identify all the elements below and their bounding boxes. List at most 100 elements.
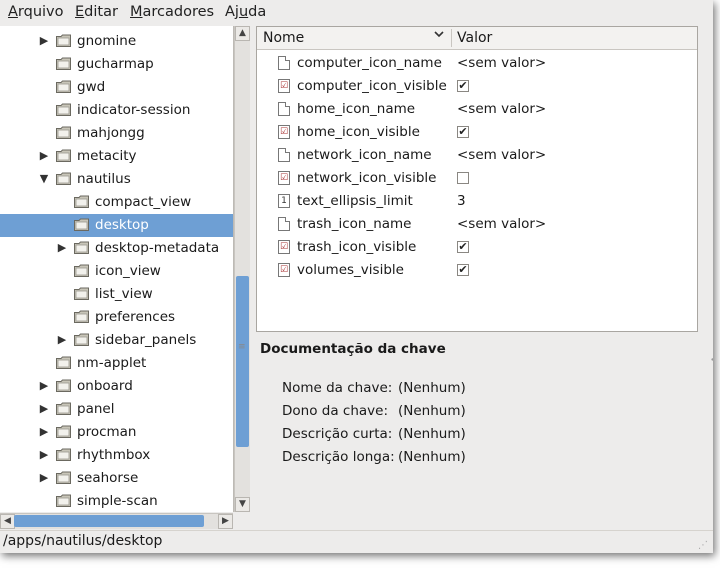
tree-item-label: nm-applet [77,355,147,371]
tree-item[interactable]: desktop [0,214,233,237]
expander-closed-icon[interactable]: ▶ [38,149,50,163]
folder-icon [56,57,71,70]
bool-key-icon: ☑ [278,263,290,277]
folder-icon [56,425,71,438]
key-documentation: Documentação da chave Nome da chave: (Nen… [256,338,698,528]
bool-key-icon: ☑ [278,125,290,139]
tree-item[interactable]: ▶ panel [0,398,233,421]
scroll-up-button[interactable]: ▲ [235,26,250,41]
chevron-down-icon[interactable] [433,28,445,43]
doc-field-value: (Nenhum) [398,426,466,442]
menu-editar[interactable]: Editar [75,4,118,20]
scrollbar-thumb[interactable] [14,515,204,527]
scroll-left-button[interactable]: ◀ [0,514,15,529]
tree-item-label: preferences [95,309,176,325]
key-row[interactable]: network_icon_name <sem valor> [257,144,697,167]
bool-key-icon: ☑ [278,79,290,93]
tree-item[interactable]: ▶ metacity [0,145,233,168]
tree-item[interactable]: ▼ nautilus [0,168,233,191]
folder-icon [74,333,89,346]
tree-item-label: rhythmbox [77,447,151,463]
tree-item[interactable]: icon_view [0,260,233,283]
value-checkbox[interactable]: ✔ [457,80,469,92]
tree-item[interactable]: ▶ rhythmbox [0,444,233,467]
tree-item[interactable]: compact_view [0,191,233,214]
key-value[interactable]: <sem valor> [457,55,546,71]
folder-icon [56,448,71,461]
key-row[interactable]: ☑ trash_icon_visible ✔ [257,236,697,259]
column-header-value[interactable]: Valor [457,30,492,46]
tree-item[interactable]: ▶ desktop-metadata [0,237,233,260]
key-row[interactable]: computer_icon_name <sem valor> [257,52,697,75]
value-checkbox[interactable] [457,172,469,184]
key-name: computer_icon_visible [297,78,447,94]
key-name: home_icon_name [297,101,416,117]
key-row[interactable]: trash_icon_name <sem valor> [257,213,697,236]
tree-item[interactable]: preferences [0,306,233,329]
column-header-name[interactable]: Nome [263,30,304,46]
key-list: Nome Valor computer_icon_name <sem valor>… [256,26,713,364]
tree-item-label: metacity [77,148,137,164]
scroll-down-button[interactable]: ▼ [235,497,250,512]
key-row[interactable]: 1 text_ellipsis_limit 3 [257,190,697,213]
expander-open-icon[interactable]: ▼ [38,172,50,186]
value-checkbox[interactable]: ✔ [457,241,469,253]
string-key-icon [278,56,290,70]
tree-item[interactable]: mahjongg [0,122,233,145]
folder-icon [74,218,89,231]
tree-vertical-scrollbar[interactable]: ▲ ▼ [234,26,250,512]
value-checkbox[interactable]: ✔ [457,264,469,276]
key-row[interactable]: ☑ volumes_visible ✔ [257,259,697,282]
tree-item[interactable]: gucharmap [0,53,233,76]
int-key-icon: 1 [278,194,290,208]
tree-item[interactable]: simple-scan [0,490,233,512]
menu-arquivo[interactable]: Arquivo [8,4,64,20]
expander-closed-icon[interactable]: ▶ [38,34,50,48]
key-name: home_icon_visible [297,124,420,140]
tree-item-label: list_view [95,286,153,302]
key-row[interactable]: home_icon_name <sem valor> [257,98,697,121]
tree-item[interactable]: gwd [0,76,233,99]
list-header: Nome Valor [257,27,697,50]
expander-closed-icon[interactable]: ▶ [38,402,50,416]
folder-icon [74,241,89,254]
tree-item-label: procman [77,424,137,440]
tree-item[interactable]: nm-applet [0,352,233,375]
tree-item[interactable]: ▶ seahorse [0,467,233,490]
key-value[interactable]: <sem valor> [457,101,546,117]
key-name: computer_icon_name [297,55,442,71]
expander-closed-icon[interactable]: ▶ [38,425,50,439]
key-row[interactable]: ☑ computer_icon_visible ✔ [257,75,697,98]
tree-item[interactable]: ▶ onboard [0,375,233,398]
tree-item[interactable]: ▶ procman [0,421,233,444]
tree-item[interactable]: indicator-session [0,99,233,122]
key-name: volumes_visible [297,262,404,278]
key-name: trash_icon_name [297,216,412,232]
key-value[interactable]: 3 [457,193,466,209]
expander-closed-icon[interactable]: ▶ [38,379,50,393]
expander-closed-icon[interactable]: ▶ [38,448,50,462]
key-row[interactable]: ☑ home_icon_visible ✔ [257,121,697,144]
tree-item[interactable]: ▶ gnomine [0,30,233,53]
scrollbar-thumb[interactable] [236,276,249,447]
key-tree[interactable]: ▶ gnomine gucharmap gwd indicator-session mah… [0,26,234,512]
value-checkbox[interactable]: ✔ [457,126,469,138]
folder-icon [74,264,89,277]
resize-grip-icon[interactable]: ⋰ [698,540,710,552]
expander-closed-icon[interactable]: ▶ [38,471,50,485]
folder-icon [56,103,71,116]
pane-handle[interactable]: ∙∙∙∙∙∙∙∙ [710,356,713,364]
menu-marcadores[interactable]: Marcadores [130,4,214,20]
tree-item[interactable]: ▶ sidebar_panels [0,329,233,352]
scroll-right-button[interactable]: ▶ [218,514,233,529]
tree-horizontal-scrollbar[interactable]: ◀ ▶ [0,513,233,529]
doc-field-label: Nome da chave: [282,380,393,396]
key-row[interactable]: ☑ network_icon_visible [257,167,697,190]
expander-closed-icon[interactable]: ▶ [56,333,68,347]
pane-handle[interactable]: ≡ [238,342,246,352]
expander-closed-icon[interactable]: ▶ [56,241,68,255]
key-value[interactable]: <sem valor> [457,147,546,163]
key-value[interactable]: <sem valor> [457,216,546,232]
menu-ajuda[interactable]: Ajuda [225,4,266,20]
tree-item[interactable]: list_view [0,283,233,306]
